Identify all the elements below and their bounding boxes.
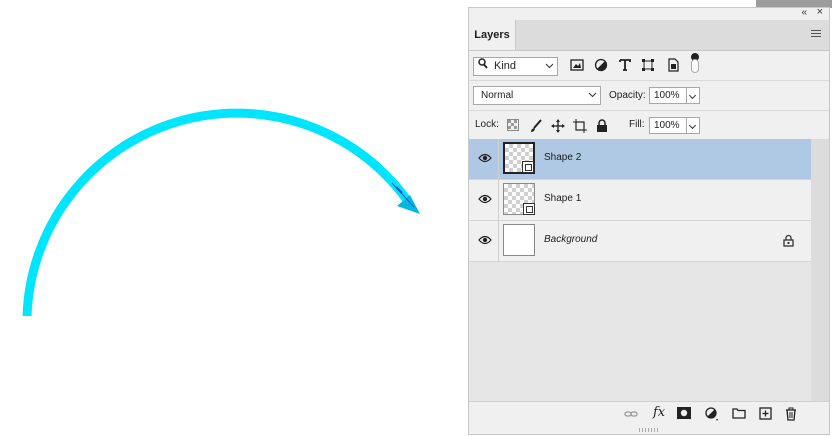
adjustment-filter-icon[interactable] [594, 58, 610, 74]
layers-list: Shape 2 Shape 1 Background [469, 139, 811, 401]
blend-row: Normal Opacity: 100% [469, 81, 829, 111]
panel-tabbar: Layers [469, 20, 829, 51]
chevron-down-icon [588, 88, 597, 105]
lock-transparent-pixels-icon[interactable] [507, 119, 521, 133]
layer-thumbnail[interactable] [503, 183, 535, 215]
filter-kind-label: Kind [494, 60, 517, 72]
layer-thumbnail[interactable] [503, 224, 535, 256]
layers-footer-toolbar: fx [469, 401, 829, 428]
fill-input[interactable]: 100% [649, 117, 687, 134]
lock-icon[interactable] [783, 234, 795, 247]
fill-label: Fill: [629, 119, 645, 130]
opacity-input[interactable]: 100% [649, 87, 687, 104]
vector-mask-icon [523, 203, 535, 215]
new-layer-icon[interactable] [759, 407, 773, 421]
layers-panel: « × Layers Kind Normal Opacity: 100% Loc… [468, 6, 830, 435]
smart-object-filter-icon[interactable] [666, 58, 682, 74]
trash-icon[interactable] [785, 407, 799, 421]
panel-titlebar: « × [469, 6, 829, 20]
link-icon[interactable] [624, 407, 638, 421]
layer-name[interactable]: Shape 2 [544, 152, 581, 163]
eye-icon[interactable] [478, 193, 492, 205]
close-panel-button[interactable]: × [817, 6, 823, 18]
vector-mask-icon [522, 161, 534, 173]
shape-filter-icon[interactable] [641, 58, 657, 74]
chevron-down-icon [545, 59, 554, 76]
layers-scrollbar[interactable] [811, 139, 829, 401]
mask-icon[interactable] [677, 407, 691, 421]
layer-row-shape-2[interactable]: Shape 2 [469, 139, 811, 180]
layer-name[interactable]: Background [544, 234, 597, 245]
collapse-panel-button[interactable]: « [801, 7, 807, 18]
blend-mode-value: Normal [481, 90, 514, 101]
panel-resize-grip[interactable] [639, 428, 659, 432]
lock-all-icon[interactable] [596, 119, 610, 133]
adjustment-icon[interactable] [705, 407, 719, 421]
lock-position-icon[interactable] [551, 119, 565, 133]
folder-icon[interactable] [732, 407, 746, 421]
layer-row-shape-1[interactable]: Shape 1 [469, 180, 811, 221]
layer-thumbnail[interactable] [503, 142, 535, 174]
arc-stroke [22, 108, 411, 317]
filter-toggle[interactable] [691, 53, 699, 73]
opacity-dropdown-button[interactable] [686, 87, 700, 104]
search-icon [478, 58, 488, 75]
tab-layers[interactable]: Layers [469, 20, 516, 50]
document-canvas[interactable] [0, 0, 470, 436]
filter-row: Kind [469, 51, 829, 81]
blend-mode-select[interactable]: Normal [473, 86, 601, 105]
panel-menu-icon[interactable] [811, 30, 821, 39]
layer-row-background[interactable]: Background [469, 221, 811, 262]
eye-icon[interactable] [478, 234, 492, 246]
lock-image-pixels-icon[interactable] [529, 119, 543, 133]
image-filter-icon[interactable] [570, 58, 586, 74]
fx-icon[interactable]: fx [653, 405, 665, 420]
type-filter-icon[interactable] [618, 58, 634, 74]
lock-artboard-icon[interactable] [573, 119, 587, 133]
opacity-label: Opacity: [609, 90, 646, 101]
layer-name[interactable]: Shape 1 [544, 193, 581, 204]
lock-label: Lock: [475, 119, 499, 130]
fill-dropdown-button[interactable] [686, 117, 700, 134]
filter-kind-select[interactable]: Kind [473, 57, 558, 76]
eye-icon[interactable] [478, 152, 492, 164]
arc-arrow-shape[interactable] [0, 0, 470, 436]
lock-row: Lock: Fill: 100% [469, 111, 829, 141]
